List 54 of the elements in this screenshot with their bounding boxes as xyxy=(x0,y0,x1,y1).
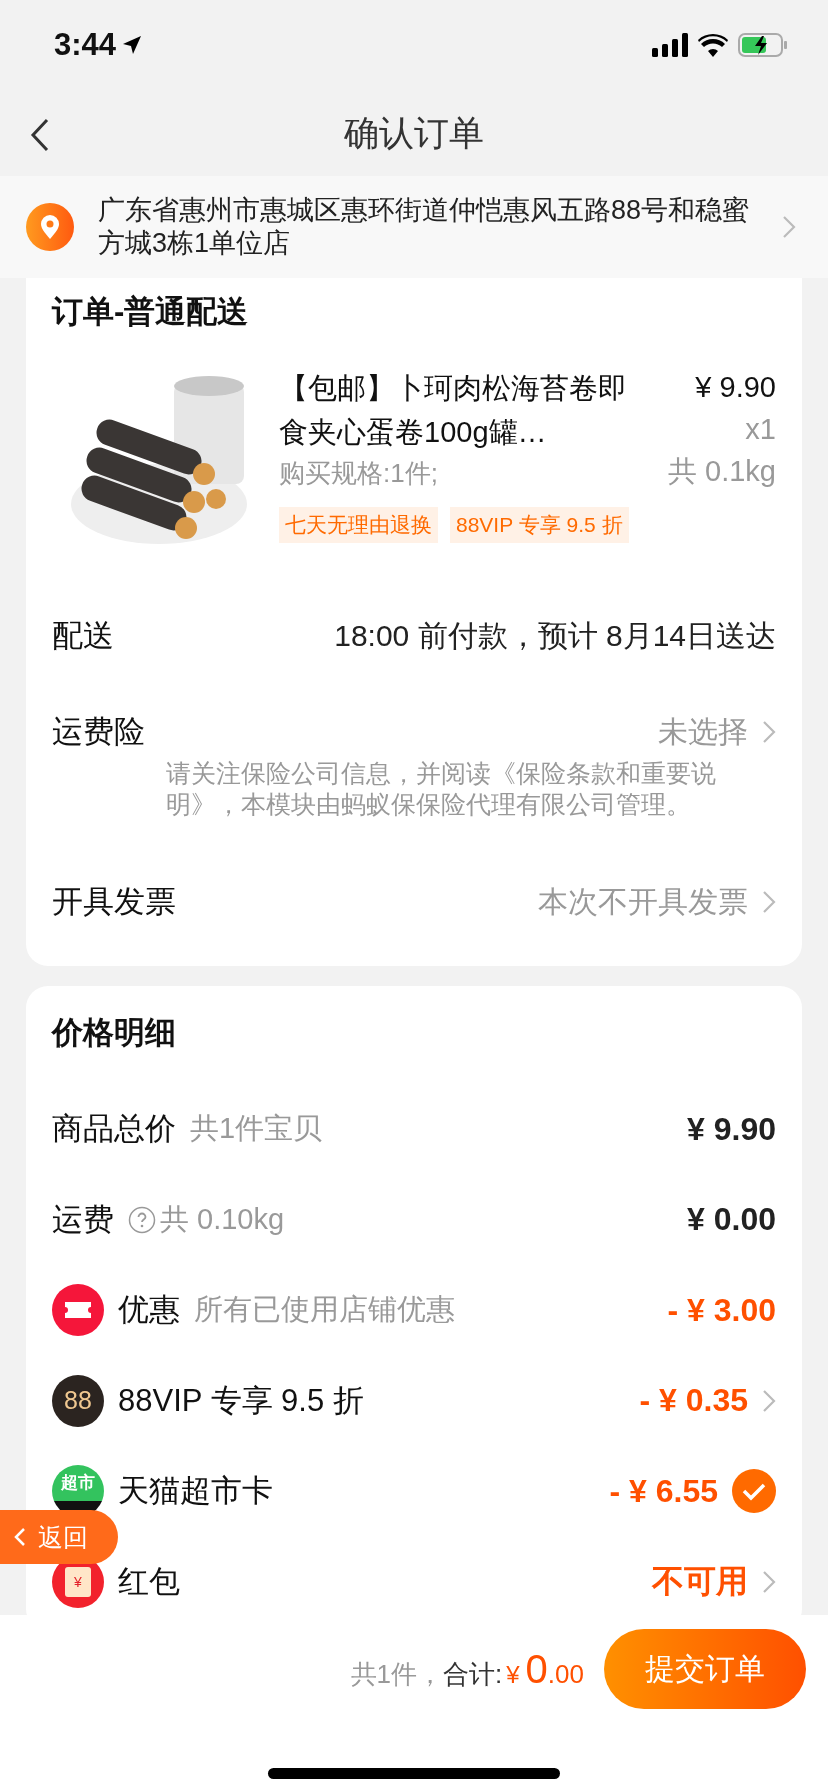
price-detail: 所有已使用店铺优惠 xyxy=(194,1292,455,1328)
section-title: 订单-普通配送 xyxy=(52,293,250,331)
chevron-right-icon xyxy=(762,720,776,744)
section-title: 价格明细 xyxy=(52,1014,177,1052)
total-label: 合计: xyxy=(443,1657,503,1691)
vip-icon: 88 xyxy=(52,1374,104,1427)
price-detail: 共1件宝贝 xyxy=(190,1111,323,1147)
location-arrow-icon xyxy=(122,35,143,55)
coupon-icon xyxy=(52,1284,104,1337)
product-weight: 共 0.1kg xyxy=(668,454,776,489)
price-amount: - ¥ 0.35 xyxy=(639,1382,748,1420)
chevron-right-icon xyxy=(762,890,776,914)
row-label: 配送 xyxy=(52,617,114,655)
price-amount: ¥ 9.90 xyxy=(687,1110,776,1148)
product-quantity: x1 xyxy=(745,412,776,447)
page-title: 确认订单 xyxy=(344,111,484,154)
service-tag: 88VIP 专享 9.5 折 xyxy=(450,507,629,543)
wifi-icon xyxy=(698,33,728,57)
price-label: 88VIP 专享 9.5 折 xyxy=(118,1381,364,1420)
price-amount: ¥ 0.00 xyxy=(687,1201,776,1239)
row-label: 运费险 xyxy=(52,713,145,751)
price-label: 商品总价 xyxy=(52,1110,176,1149)
help-icon[interactable] xyxy=(128,1205,156,1234)
price-amount: 不可用 xyxy=(652,1561,748,1601)
submit-order-button[interactable]: 提交订单 xyxy=(604,1629,806,1709)
row-label: 开具发票 xyxy=(52,883,176,921)
total-amount: 0 xyxy=(525,1646,548,1692)
product-spec: 购买规格:1件; xyxy=(279,457,439,490)
clock-time: 3:44 xyxy=(54,27,117,63)
price-amount: - ¥ 3.00 xyxy=(667,1291,776,1329)
price-amount: - ¥ 6.55 xyxy=(609,1472,718,1510)
battery-icon xyxy=(738,33,788,57)
total-decimals: .00 xyxy=(547,1658,584,1690)
price-label: 运费 xyxy=(52,1200,114,1239)
price-label: 红包 xyxy=(118,1562,180,1601)
product-name[interactable]: 【包邮】卜珂肉松海苔卷即食夹心蛋卷100g罐… xyxy=(279,366,629,454)
insurance-notice: 请关注保险公司信息，并阅读《保险条款和重要说明》，本模块由蚂蚁保保险代理有限公司管理。 xyxy=(166,758,717,820)
price-label: 天猫超市卡 xyxy=(118,1472,273,1511)
floating-back-button[interactable]: 返回 xyxy=(0,1510,118,1564)
signal-icon xyxy=(652,33,688,57)
product-price: ¥ 9.90 xyxy=(695,370,776,405)
chevron-right-icon xyxy=(782,215,796,239)
back-icon xyxy=(30,118,50,152)
item-count: 共1件， xyxy=(350,1657,443,1691)
price-detail: 共 0.10kg xyxy=(160,1201,285,1237)
checkbox-checked-icon[interactable] xyxy=(732,1469,776,1514)
price-label: 优惠 xyxy=(118,1291,180,1330)
row-value[interactable]: 本次不开具发票 xyxy=(538,881,748,923)
currency-sign: ¥ xyxy=(506,1660,520,1689)
row-value[interactable]: 未选择 xyxy=(658,711,748,753)
row-value: 18:00 前付款，预计 8月14日送达 xyxy=(334,617,776,654)
location-pin-icon xyxy=(26,203,74,251)
back-icon xyxy=(14,1527,26,1547)
service-tag: 七天无理由退换 xyxy=(279,507,438,543)
